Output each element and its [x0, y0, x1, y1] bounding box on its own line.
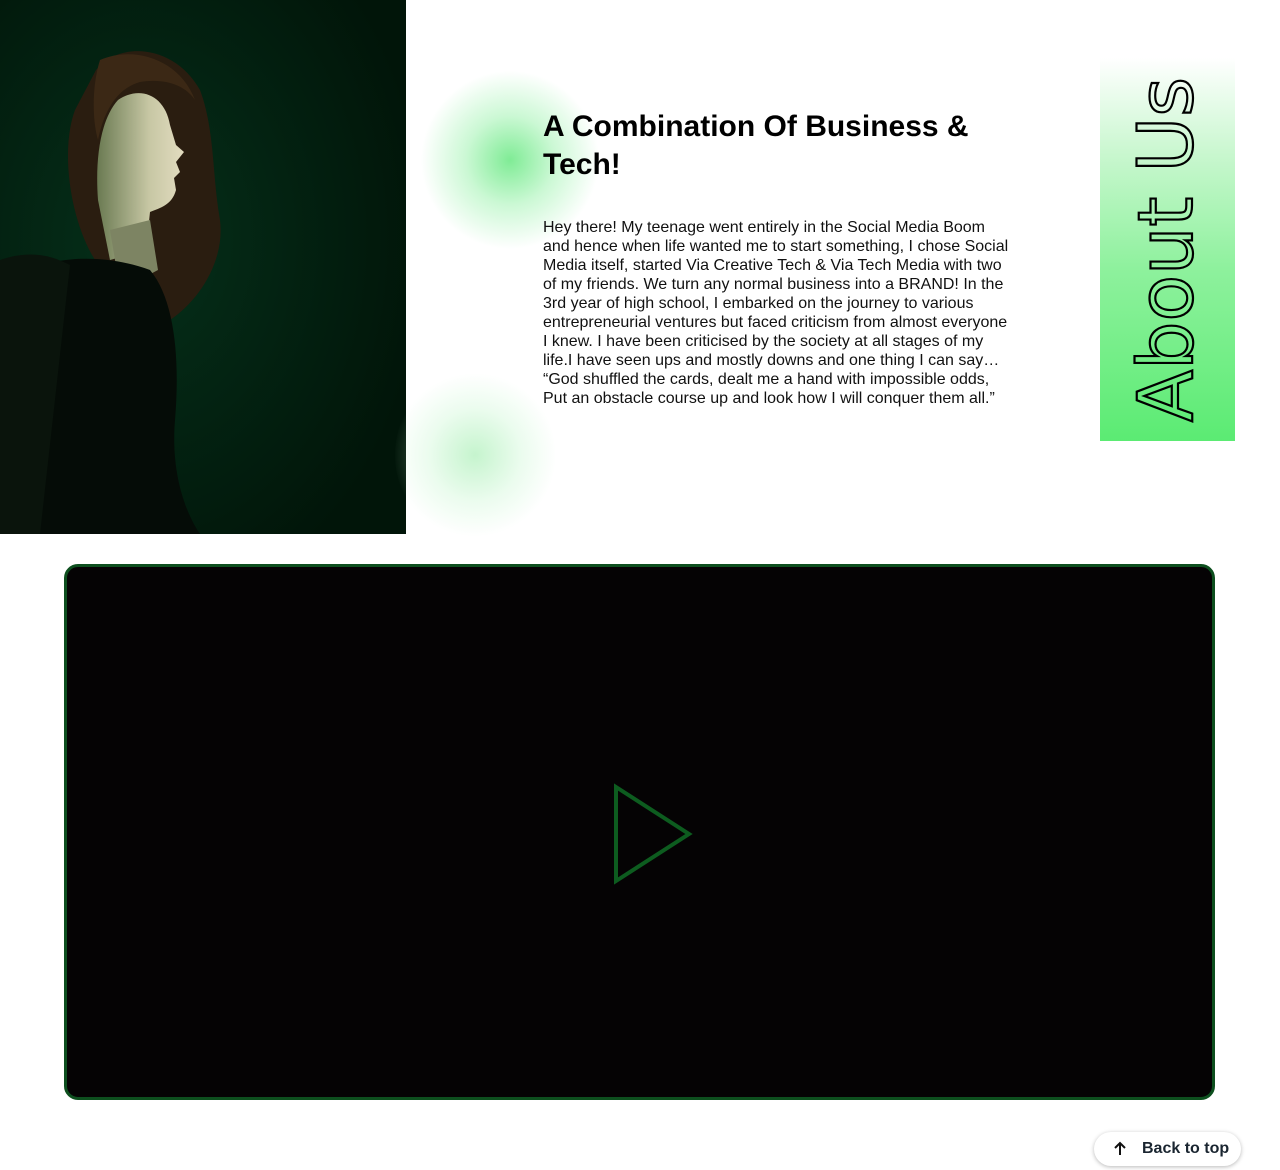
play-icon[interactable]	[611, 782, 695, 886]
about-page: A Combination Of Business & Tech! Hey th…	[0, 0, 1280, 1170]
section-headline: A Combination Of Business & Tech!	[543, 110, 969, 181]
decorative-glow	[395, 370, 555, 540]
back-to-top-label: Back to top	[1142, 1140, 1230, 1157]
about-description: Hey there! My teenage went entirely in t…	[543, 219, 1009, 407]
arrow-up-icon	[1114, 1141, 1126, 1155]
portrait-image	[0, 0, 406, 534]
about-us-banner: About Us	[1100, 58, 1235, 441]
back-to-top-button[interactable]: Back to top	[1094, 1132, 1241, 1166]
about-us-banner-text: About Us	[1121, 77, 1210, 422]
video-player[interactable]	[64, 564, 1215, 1100]
